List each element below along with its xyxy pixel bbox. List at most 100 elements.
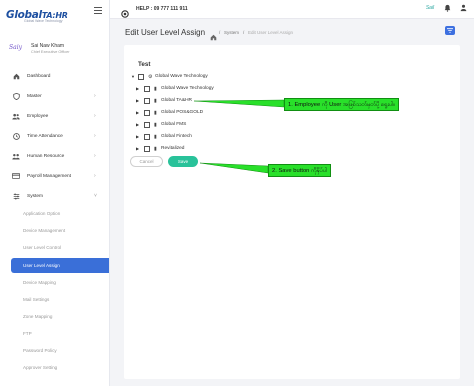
tree-node-label: Global POS&GOLD <box>161 110 204 115</box>
sub-item-label: Password Policy <box>23 348 57 353</box>
breadcrumb-system[interactable]: System <box>224 30 239 35</box>
tree-node-label: Global TA&HR <box>161 98 193 103</box>
chevron-right-icon: › <box>94 153 96 159</box>
expand-right-icon[interactable]: ▶ <box>136 122 142 127</box>
breadcrumb-current: Edit User Level Assign <box>248 30 294 35</box>
chevron-right-icon: › <box>94 133 96 139</box>
nav-master[interactable]: Master › <box>0 89 109 103</box>
tree-node-checkbox[interactable] <box>144 97 150 104</box>
sub-item-label: User Level Assign <box>23 263 60 268</box>
user-name: Sai Naw Kham <box>31 43 65 49</box>
sub-item-user-level-assign[interactable]: User Level Assign <box>11 258 109 273</box>
menu-toggle-icon[interactable] <box>94 7 102 14</box>
sidebar: GlobalTA:HR Global Wave Technology Saiy … <box>0 0 110 386</box>
chevron-down-icon: ˅ <box>94 193 97 199</box>
sub-item-label: FTP <box>23 331 32 336</box>
expand-right-icon[interactable]: ▶ <box>136 110 142 115</box>
tree-node-row[interactable]: ▶ ▮ Revitalized <box>136 144 184 153</box>
sub-item-device-mapping[interactable]: Device Mapping <box>0 276 109 290</box>
tree-node-checkbox[interactable] <box>144 145 150 152</box>
user-icon[interactable] <box>459 4 468 13</box>
building-icon: ▮ <box>154 85 157 92</box>
nav-label: Employee <box>27 113 49 119</box>
sub-item-zone-mapping[interactable]: Zone Mapping <box>0 310 109 324</box>
brand-mark: Sail <box>425 5 435 11</box>
sub-item-password-policy[interactable]: Password Policy <box>0 344 109 358</box>
sliders-icon <box>12 192 20 200</box>
tree-node-row[interactable]: ▶ ▮ Global Wave Technology <box>136 84 214 93</box>
breadcrumb-home-icon[interactable] <box>210 28 217 41</box>
sub-item-mail-settings[interactable]: Mail Settings <box>0 293 109 307</box>
expand-down-icon[interactable]: ▼ <box>131 74 137 79</box>
sub-item-device-management[interactable]: Device Management <box>0 224 109 238</box>
tree-root-checkbox[interactable] <box>138 73 144 80</box>
tree-node-row[interactable]: ▶ ▮ Global POS&GOLD <box>136 108 203 117</box>
nav-label: Master <box>27 93 42 99</box>
building-icon: ▮ <box>154 121 157 128</box>
chevron-right-icon: › <box>94 173 96 179</box>
filter-button[interactable] <box>445 26 455 35</box>
nav-payroll-management[interactable]: Payroll Management › <box>0 169 109 183</box>
expand-right-icon[interactable]: ▶ <box>136 146 142 151</box>
sub-item-user-level-control[interactable]: User Level Control <box>0 241 109 255</box>
filter-icon <box>447 28 453 33</box>
users-icon <box>12 112 20 120</box>
tree-node-checkbox[interactable] <box>144 85 150 92</box>
logo-subtitle: Global Wave Technology <box>24 19 63 23</box>
sub-item-approver-setting[interactable]: Approver Setting <box>0 361 109 375</box>
sub-item-application-option[interactable]: Application Option <box>0 207 109 221</box>
expand-right-icon[interactable]: ▶ <box>136 134 142 139</box>
nav-human-resource[interactable]: Human Resource › <box>0 149 109 163</box>
nav-label: Time Attendance <box>27 133 63 139</box>
annotation-step-2: 2. Save button ကိုနှိပ်ပါ <box>268 164 332 177</box>
tree-node-checkbox[interactable] <box>144 133 150 140</box>
cancel-button[interactable]: Cancel <box>130 156 163 167</box>
breadcrumb-separator: / <box>243 30 245 35</box>
user-signature-avatar: Saiy <box>9 44 22 51</box>
sub-item-label: Zone Mapping <box>23 314 53 319</box>
tree-node-row[interactable]: ▶ ▮ Global Fintech <box>136 132 192 141</box>
nav-dashboard[interactable]: Dashboard <box>0 69 109 83</box>
chevron-right-icon: › <box>94 113 96 119</box>
tree-node-checkbox[interactable] <box>144 109 150 116</box>
help-phone: HELP : 09 777 111 911 <box>136 6 188 12</box>
building-icon: ▮ <box>154 97 157 104</box>
nav-employee[interactable]: Employee › <box>0 109 109 123</box>
tree-node-row[interactable]: ▶ ▮ Global TA&HR <box>136 96 192 105</box>
user-role: Chief Executive Officer <box>31 50 70 54</box>
clock-icon <box>12 132 20 140</box>
sub-item-label: Application Option <box>23 211 61 216</box>
sub-item-label: Device Mapping <box>23 280 56 285</box>
shield-icon <box>12 92 20 100</box>
nav-label: Human Resource <box>27 153 65 159</box>
tree-node-label: Global Fintech <box>161 134 192 139</box>
tree-node-row[interactable]: ▶ ▮ Global FMS <box>136 120 186 129</box>
tree-root-row[interactable]: ▼ ⚙ Global Wave Technology <box>131 72 208 81</box>
save-button[interactable]: Save <box>168 156 198 167</box>
tree-node-checkbox[interactable] <box>144 121 150 128</box>
sub-item-label: Mail Settings <box>23 297 50 302</box>
expand-right-icon[interactable]: ▶ <box>136 98 142 103</box>
nav-label: System <box>27 193 43 199</box>
help-icon <box>121 5 129 18</box>
tree-node-label: Revitalized <box>161 146 185 151</box>
page-title: Edit User Level Assign <box>125 28 206 37</box>
sub-item-label: Device Management <box>23 228 66 233</box>
nav-time-attendance[interactable]: Time Attendance › <box>0 129 109 143</box>
expand-right-icon[interactable]: ▶ <box>136 86 142 91</box>
home-icon <box>12 72 20 80</box>
nav-system[interactable]: System ˅ <box>0 189 109 203</box>
tree-node-label: Global Wave Technology <box>161 86 214 91</box>
building-icon: ▮ <box>154 109 157 116</box>
people-icon <box>12 152 20 160</box>
bell-icon[interactable] <box>443 4 452 13</box>
card-title: Test <box>138 61 151 68</box>
building-icon: ▮ <box>154 145 157 152</box>
tree-node-label: Global FMS <box>161 122 187 127</box>
app-logo[interactable]: GlobalTA:HR Global Wave Technology <box>6 5 98 23</box>
gear-icon: ⚙ <box>148 73 153 80</box>
building-icon: ▮ <box>154 133 157 140</box>
sub-item-ftp[interactable]: FTP <box>0 327 109 341</box>
tree-node-label: Global Wave Technology <box>155 74 208 79</box>
card-icon <box>12 172 20 180</box>
